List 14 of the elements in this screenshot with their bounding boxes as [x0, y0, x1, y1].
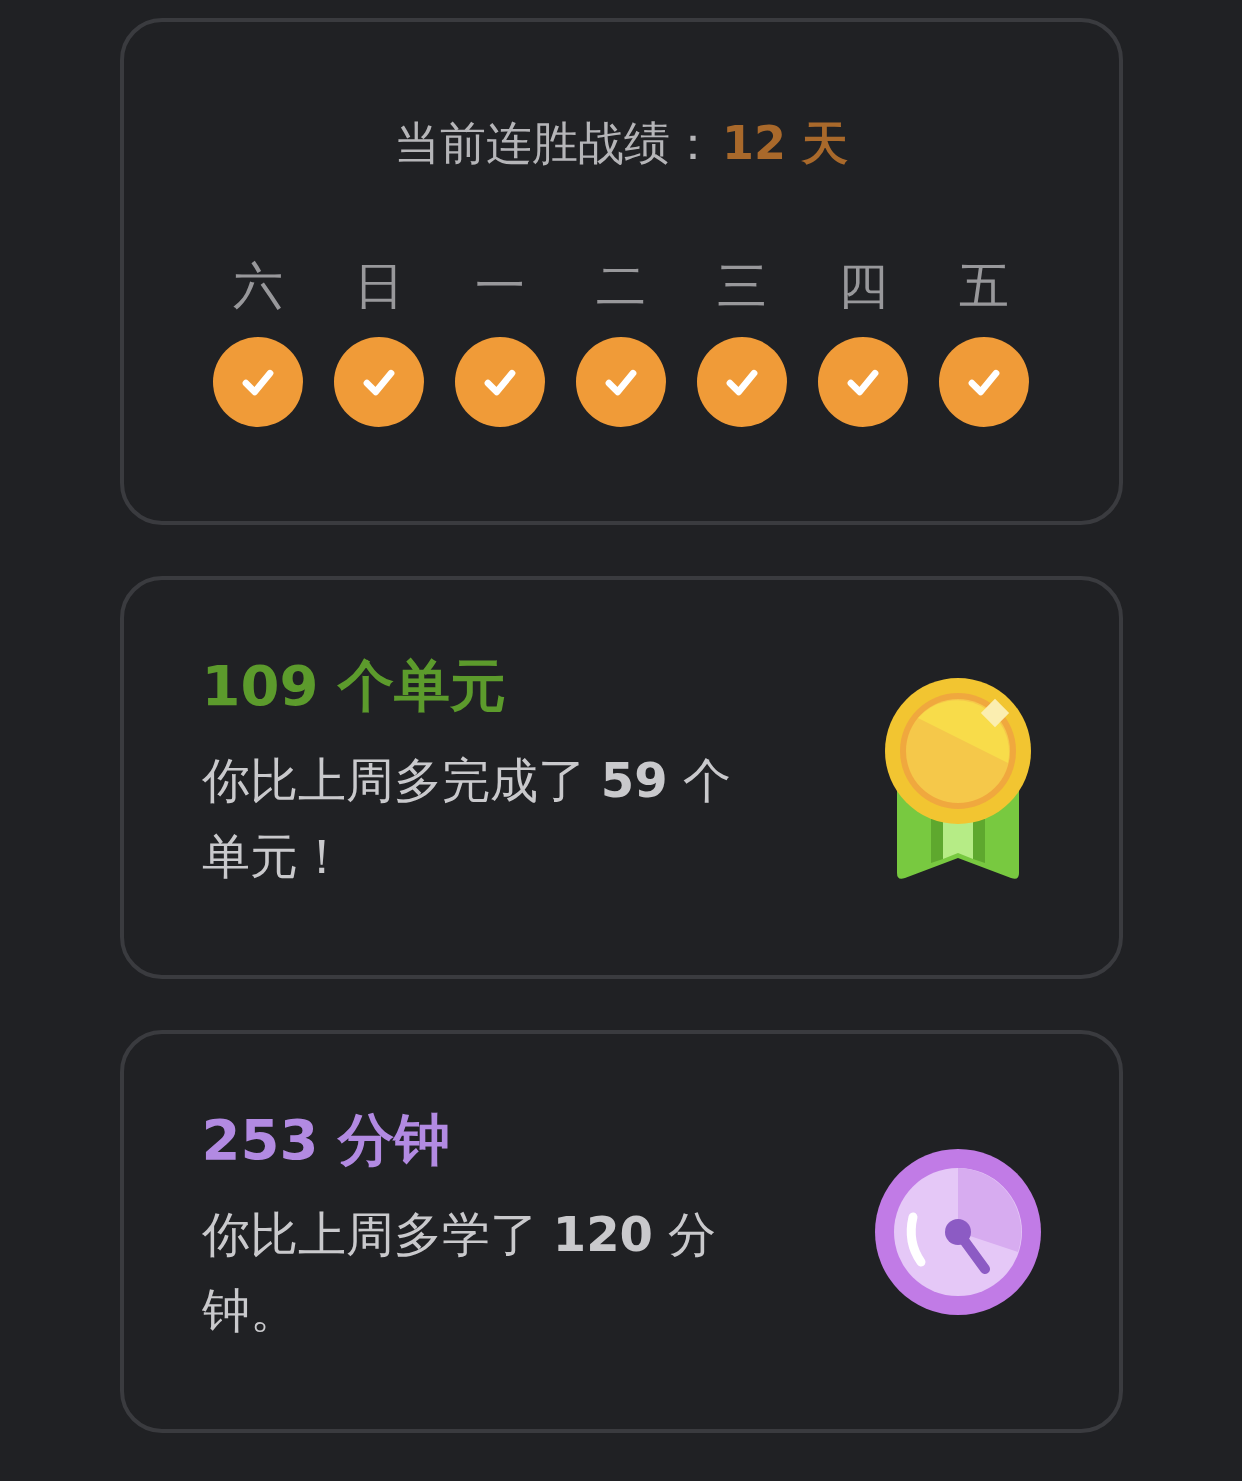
streak-label: 当前连胜战绩：: [394, 116, 716, 170]
clock-icon: [872, 1146, 1043, 1317]
weekday-label: 二: [596, 261, 646, 311]
weekday-label: 日: [354, 261, 404, 311]
weekday-label: 一: [475, 261, 525, 311]
weekday-label: 四: [838, 261, 888, 311]
weekday-label: 六: [233, 261, 283, 311]
streak-count: 12 天: [722, 116, 848, 170]
stat-description: 你比上周多学了 120 分钟。: [201, 1205, 718, 1341]
stat-description: 你比上周多完成了 59 个单元！: [201, 751, 732, 887]
stat-headline: 253 分钟: [201, 1108, 451, 1171]
weekday-label: 五: [959, 261, 1009, 311]
stat-headline: 109 个单元: [201, 654, 507, 717]
weekday-label: 三: [717, 261, 767, 311]
